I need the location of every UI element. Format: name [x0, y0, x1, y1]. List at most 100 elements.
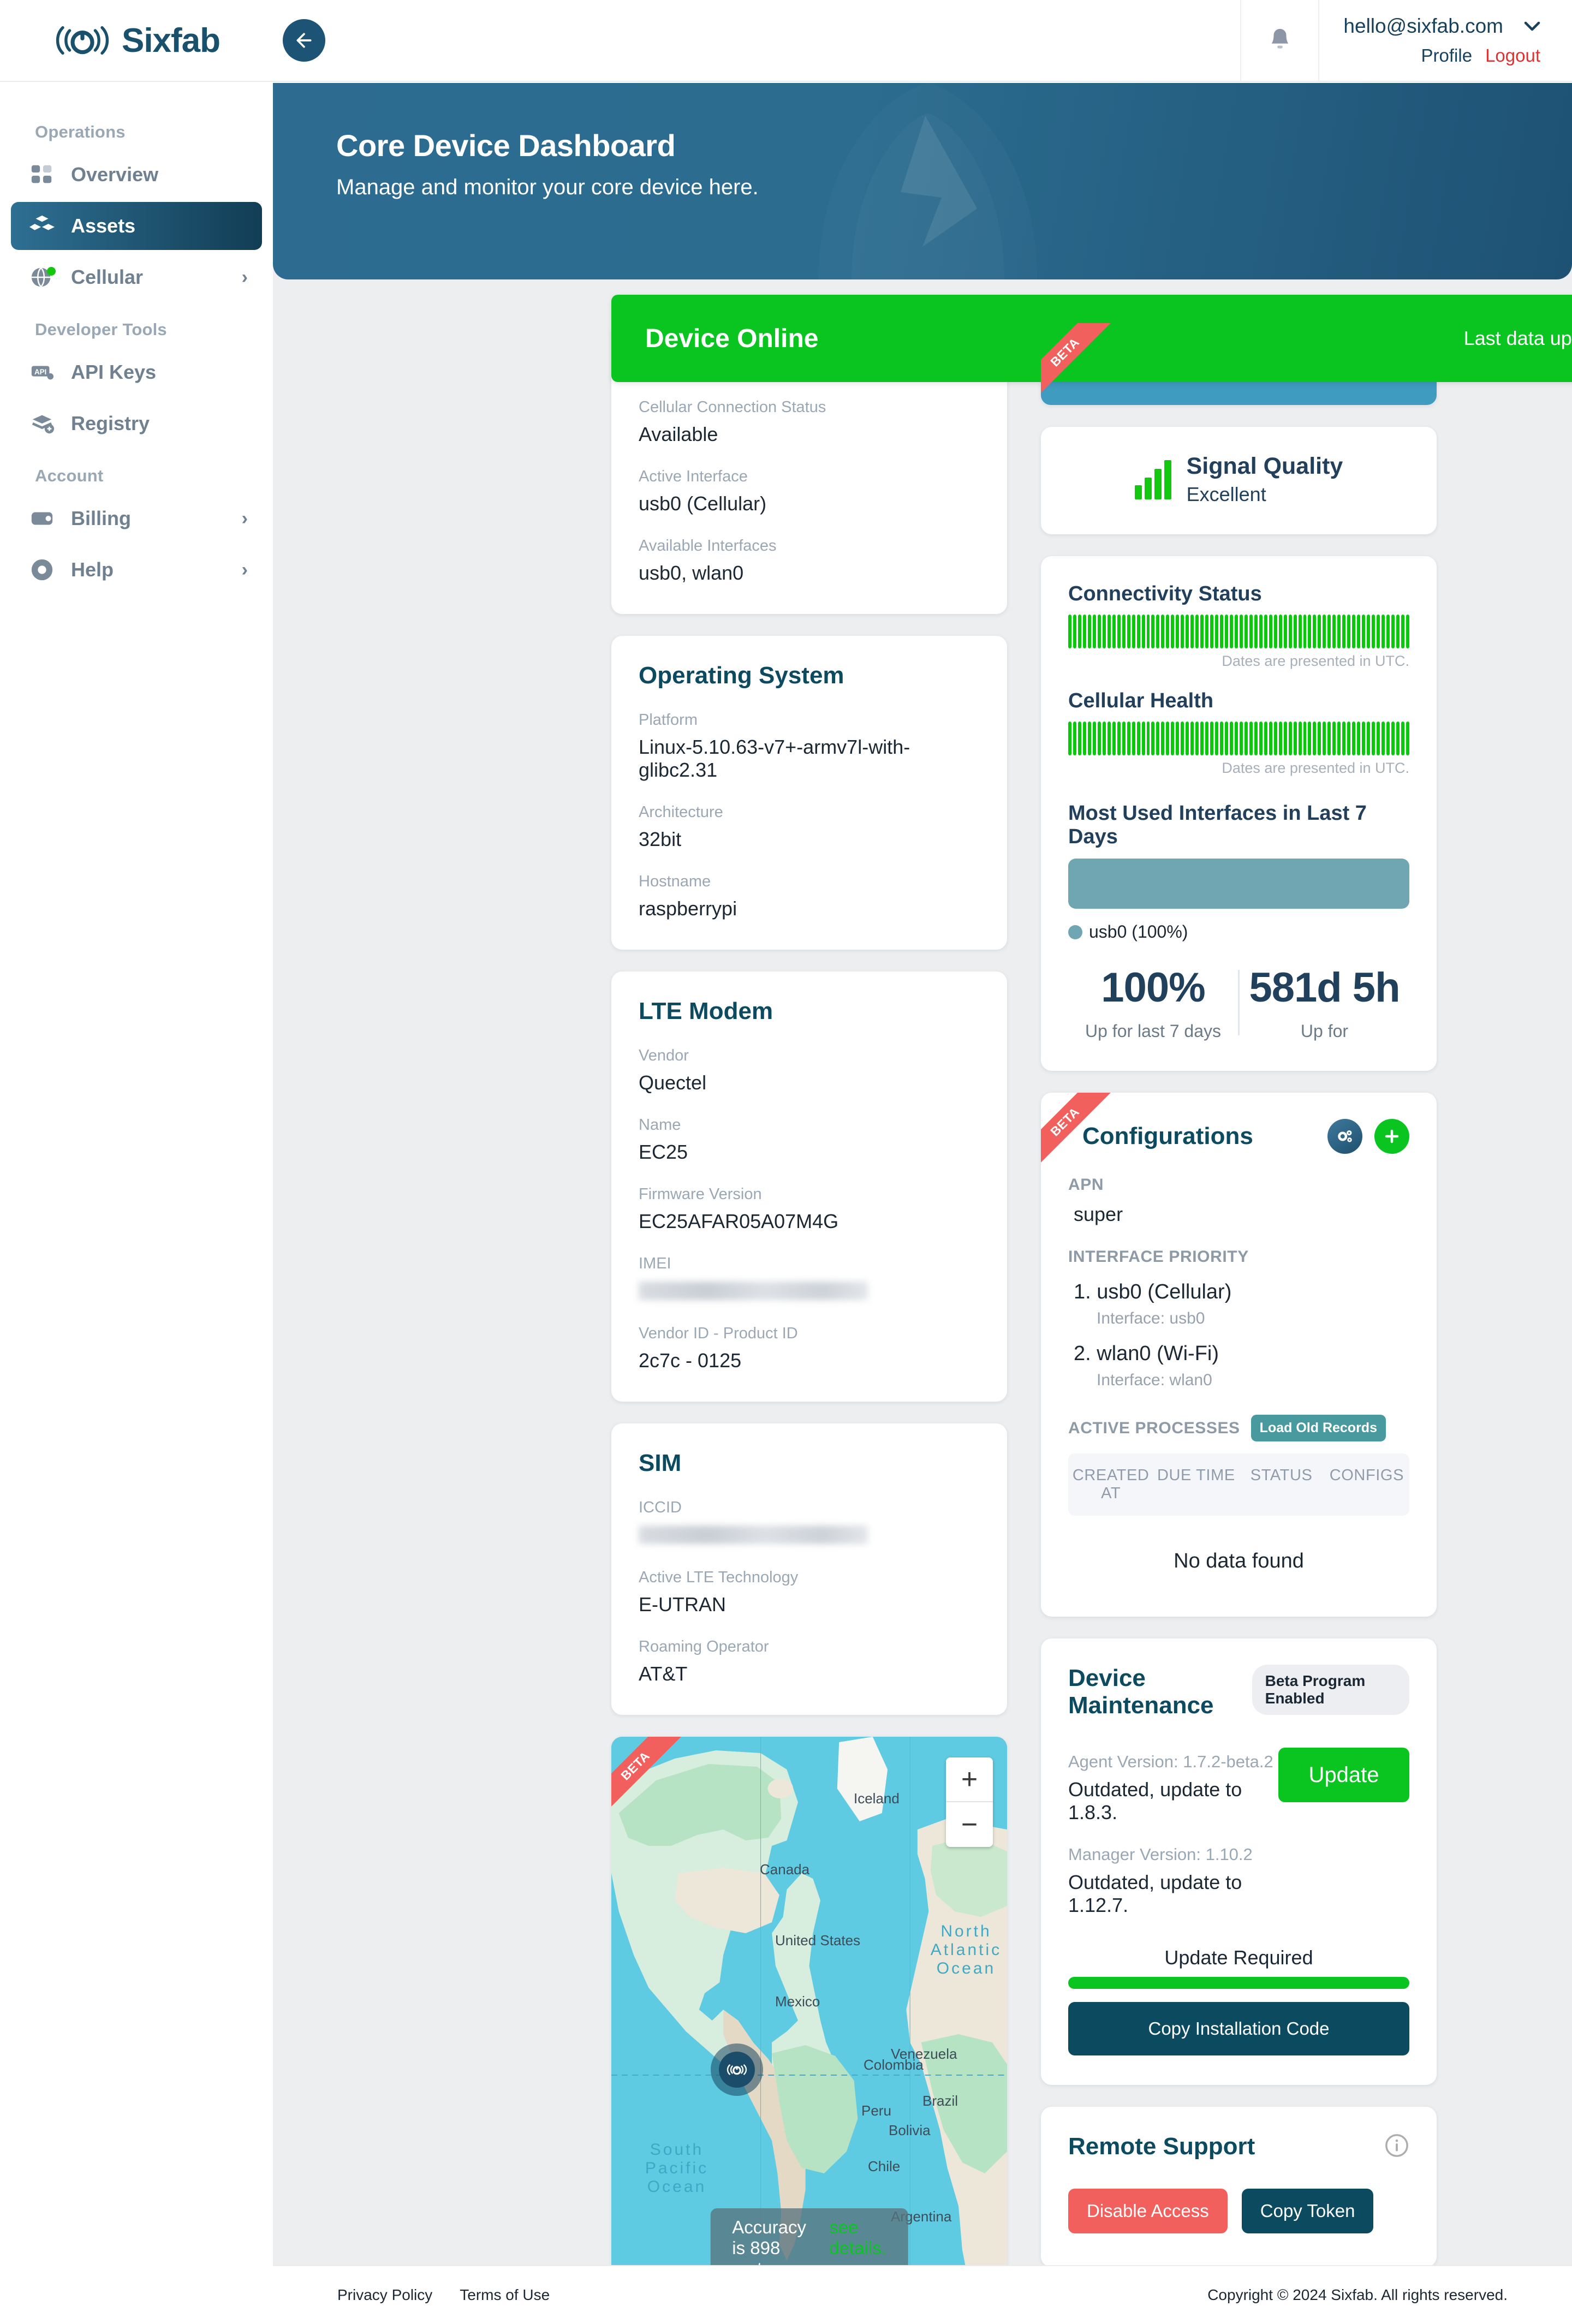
map-zoom-out-button[interactable]: −	[946, 1802, 993, 1847]
field-firmware-version: Firmware Version EC25AFAR05A07M4G	[639, 1185, 980, 1233]
device-status-bar: Device Online Last data updated 5 minute…	[611, 295, 1572, 382]
field-label: Hostname	[639, 873, 711, 890]
map-zoom-in-button[interactable]: +	[946, 1757, 993, 1802]
notifications-button[interactable]	[1240, 0, 1320, 81]
kpi-label: Up for last 7 days	[1085, 1021, 1221, 1041]
field-value: 2c7c - 0125	[639, 1349, 742, 1372]
status-tick	[1313, 615, 1317, 648]
active-processes-empty-message: No data found	[1174, 1550, 1304, 1572]
status-tick	[1327, 722, 1331, 755]
status-tick	[1332, 722, 1336, 755]
utc-note: Dates are presented in UTC.	[1222, 760, 1409, 776]
status-tick	[1136, 615, 1140, 648]
operating-system-card-title: Operating System	[639, 662, 844, 689]
status-tick	[1337, 722, 1341, 755]
info-icon[interactable]	[1384, 2133, 1409, 2158]
status-tick	[1401, 722, 1404, 755]
field-hostname: Hostname raspberrypi	[639, 873, 980, 920]
status-tick	[1186, 615, 1189, 648]
profile-link[interactable]: Profile	[1421, 45, 1473, 66]
status-tick	[1092, 615, 1096, 648]
field-label: Firmware Version	[639, 1185, 762, 1203]
column-header-created-at: CREATED AT	[1072, 1467, 1150, 1502]
sidebar-item-api-keys[interactable]: API API Keys	[11, 348, 262, 396]
status-tick	[1367, 722, 1371, 755]
logout-link[interactable]: Logout	[1485, 45, 1540, 66]
active-processes-table-header: CREATED AT DUE TIME STATUS CONFIGS	[1068, 1453, 1409, 1516]
status-tick	[1073, 615, 1076, 648]
priority-interface: Interface: wlan0	[1097, 1371, 1212, 1389]
field-label: Vendor ID - Product ID	[639, 1325, 798, 1342]
field-label: IMEI	[639, 1255, 671, 1272]
user-menu[interactable]: hello@sixfab.com Profile Logout	[1319, 0, 1572, 81]
field-active-lte-technology: Active LTE Technology E-UTRAN	[639, 1569, 980, 1616]
status-tick	[1352, 722, 1356, 755]
load-old-records-button[interactable]: Load Old Records	[1251, 1415, 1386, 1441]
configuration-settings-button[interactable]	[1327, 1119, 1362, 1154]
privacy-policy-link[interactable]: Privacy Policy	[337, 2286, 432, 2304]
sidebar-item-cellular[interactable]: Cellular ›	[11, 253, 262, 301]
status-tick	[1229, 615, 1233, 648]
sidebar-item-billing[interactable]: Billing ›	[11, 494, 262, 543]
device-location-map[interactable]: BETA + − Iceland Canada United States Me…	[611, 1737, 1007, 2288]
chevron-down-icon[interactable]	[1524, 21, 1540, 31]
redacted-value	[639, 1526, 868, 1544]
manager-version-label: Manager Version: 1.10.2	[1068, 1845, 1253, 1864]
brand-logo[interactable]: Sixfab	[0, 21, 273, 60]
copy-installation-code-button[interactable]: Copy Installation Code	[1068, 2002, 1409, 2055]
back-button[interactable]	[283, 19, 325, 62]
status-tick	[1107, 722, 1111, 755]
priority-interface: Interface: usb0	[1097, 1309, 1205, 1327]
chevron-right-icon: ›	[241, 508, 248, 529]
status-tick	[1220, 722, 1223, 755]
device-location-marker[interactable]	[711, 2043, 763, 2096]
status-tick	[1161, 722, 1165, 755]
sidebar-item-help[interactable]: Help ›	[11, 546, 262, 594]
map-zoom-controls[interactable]: + −	[946, 1757, 993, 1847]
status-tick	[1259, 722, 1263, 755]
active-processes-label: ACTIVE PROCESSES	[1068, 1419, 1240, 1437]
status-tick	[1220, 615, 1223, 648]
status-tick	[1190, 615, 1194, 648]
field-label: Available Interfaces	[639, 537, 777, 555]
add-configuration-button[interactable]	[1374, 1119, 1409, 1154]
disable-access-button[interactable]: Disable Access	[1068, 2189, 1228, 2233]
status-tick	[1234, 615, 1238, 648]
status-tick	[1273, 615, 1277, 648]
field-label: Name	[639, 1116, 681, 1134]
legend-label: usb0 (100%)	[1089, 922, 1188, 941]
kpi-value: 100%	[1101, 964, 1205, 1011]
status-tick	[1112, 722, 1116, 755]
update-button[interactable]: Update	[1278, 1748, 1409, 1802]
sidebar-item-assets[interactable]: Assets	[11, 202, 262, 250]
status-tick	[1342, 722, 1346, 755]
user-email: hello@sixfab.com	[1343, 15, 1503, 37]
boxes-icon	[25, 213, 59, 239]
remote-support-card-title: Remote Support	[1068, 2133, 1255, 2160]
field-value: EC25	[639, 1141, 688, 1163]
column-header-due-time: DUE TIME	[1157, 1467, 1235, 1484]
status-tick	[1273, 722, 1277, 755]
status-tick	[1186, 722, 1189, 755]
sidebar-item-overview[interactable]: Overview	[11, 151, 262, 199]
status-tick	[1171, 722, 1175, 755]
status-tick	[1303, 722, 1307, 755]
status-tick	[1254, 722, 1258, 755]
status-tick	[1092, 722, 1096, 755]
sidebar-item-label: Cellular	[71, 266, 144, 288]
status-tick	[1225, 615, 1228, 648]
status-tick	[1249, 615, 1253, 648]
configurations-card-title: Configurations	[1082, 1123, 1253, 1149]
apn-label: APN	[1068, 1176, 1104, 1194]
chevron-right-icon: ›	[241, 559, 248, 580]
copy-token-button[interactable]: Copy Token	[1241, 2189, 1374, 2233]
kpi-label: Up for	[1300, 1021, 1349, 1041]
status-tick	[1298, 722, 1302, 755]
signal-quality-value: Excellent	[1186, 483, 1266, 505]
sidebar-item-registry[interactable]: Registry	[11, 400, 262, 448]
status-tick	[1151, 722, 1155, 755]
field-value: Available	[639, 423, 718, 445]
terms-of-use-link[interactable]: Terms of Use	[460, 2286, 550, 2304]
sidebar-item-label: Billing	[71, 507, 131, 529]
status-tick	[1132, 615, 1135, 648]
